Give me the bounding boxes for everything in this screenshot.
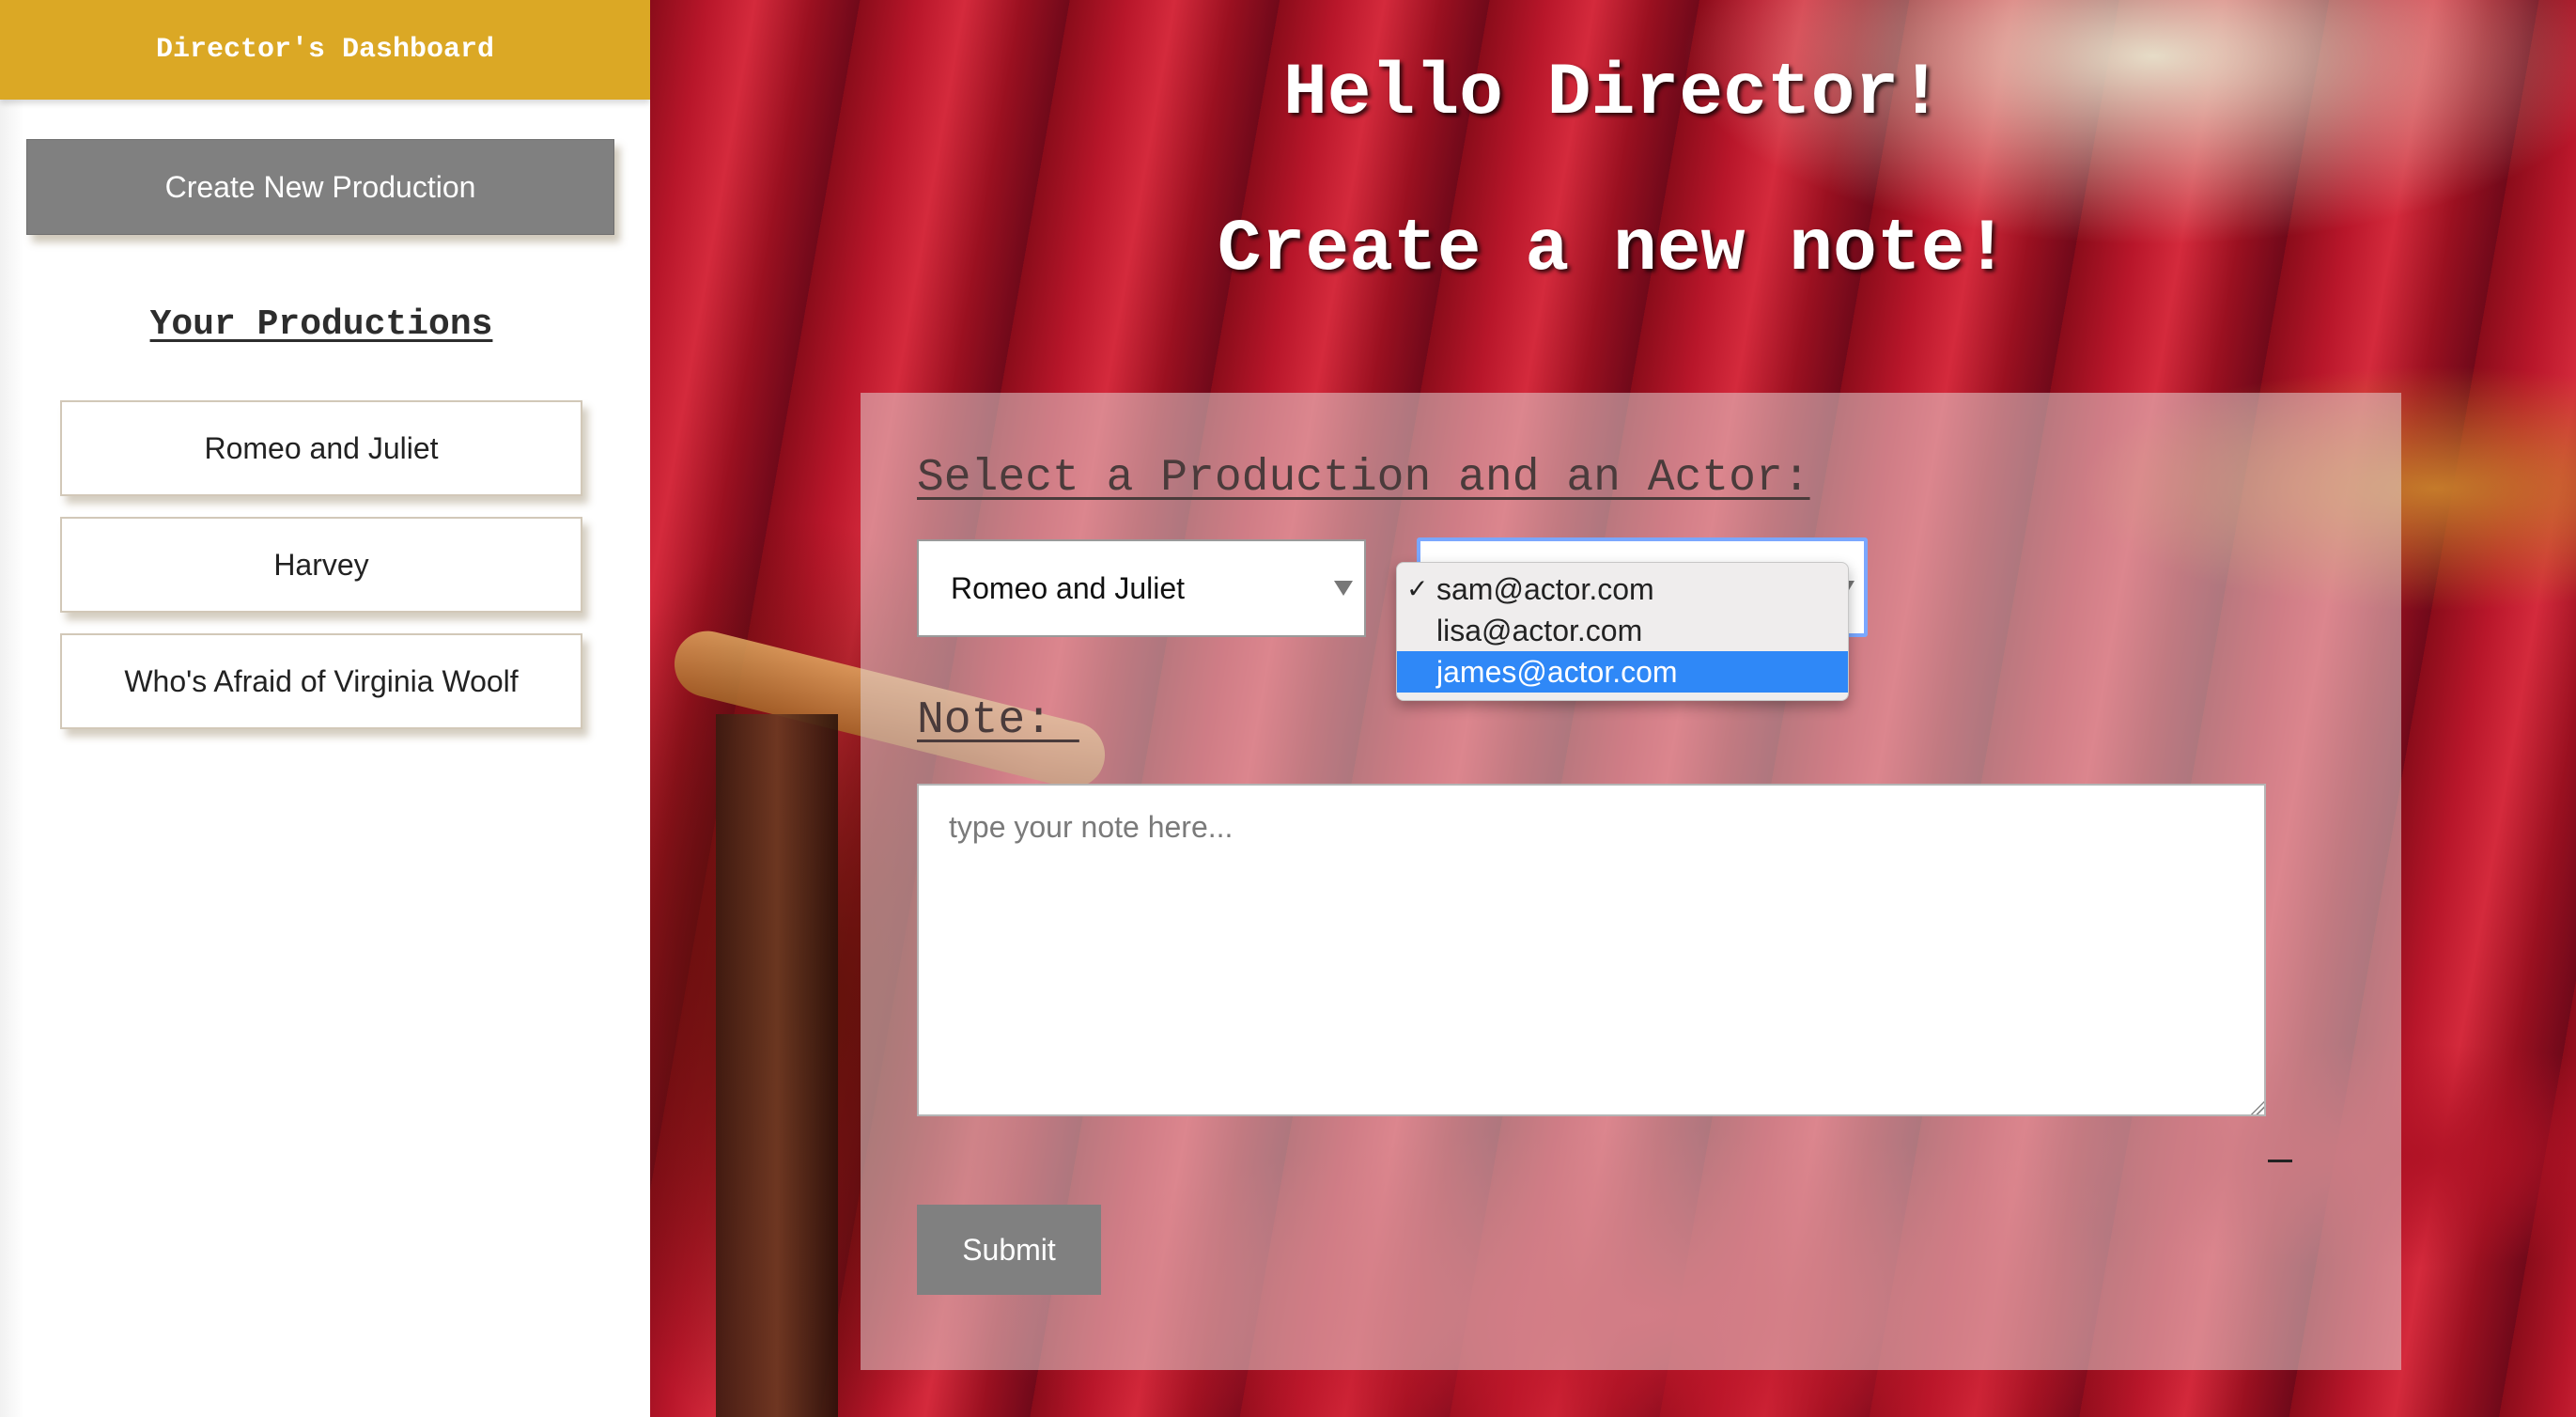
page-title: Create a new note! xyxy=(1217,209,2010,291)
note-label: Note: xyxy=(917,695,1079,746)
production-item-harvey[interactable]: Harvey xyxy=(60,517,582,613)
seat-post-decoration xyxy=(716,714,838,1417)
actor-option-lisa[interactable]: lisa@actor.com xyxy=(1397,610,1848,651)
actor-option-james[interactable]: james@actor.com xyxy=(1397,651,1848,693)
production-select-value: Romeo and Juliet xyxy=(951,570,1186,605)
greeting-heading: Hello Director! xyxy=(1282,53,1944,135)
actor-dropdown-menu: ✓ sam@actor.com lisa@actor.com james@act… xyxy=(1396,562,1849,701)
productions-heading: Your Productions xyxy=(149,304,493,345)
production-select[interactable]: Romeo and Juliet xyxy=(917,539,1366,637)
checkmark-icon: ✓ xyxy=(1406,574,1429,603)
sidebar: Director's Dashboard Create New Producti… xyxy=(0,0,650,1417)
note-textarea[interactable] xyxy=(917,784,2266,1116)
actor-option-label: james@actor.com xyxy=(1436,655,1678,689)
resize-grip-icon[interactable] xyxy=(2247,1098,2264,1114)
actor-option-sam[interactable]: ✓ sam@actor.com xyxy=(1397,568,1848,610)
sidebar-title: Director's Dashboard xyxy=(0,0,650,100)
select-production-actor-label: Select a Production and an Actor: xyxy=(917,453,1810,504)
chevron-down-icon xyxy=(1334,581,1353,596)
submit-button[interactable]: Submit xyxy=(917,1205,1101,1295)
production-item-romeo-and-juliet[interactable]: Romeo and Juliet xyxy=(60,400,582,496)
actor-option-label: sam@actor.com xyxy=(1436,572,1654,606)
production-item-virginia-woolf[interactable]: Who's Afraid of Virginia Woolf xyxy=(60,633,582,729)
actor-option-label: lisa@actor.com xyxy=(1436,614,1643,647)
dash-mark xyxy=(2268,1160,2292,1162)
create-new-production-button[interactable]: Create New Production xyxy=(26,139,614,235)
